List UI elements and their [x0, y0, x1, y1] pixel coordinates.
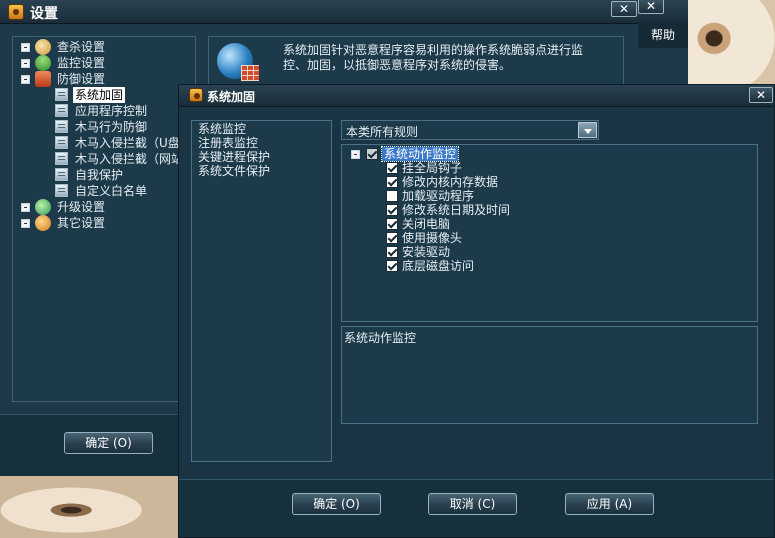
- tree-item-label: 木马行为防御: [75, 120, 148, 134]
- settings-titlebar[interactable]: 设置 ✕: [0, 0, 688, 24]
- tree-item-label: 查杀设置: [57, 40, 106, 54]
- rule-checkbox[interactable]: [386, 190, 398, 202]
- tree-item-label: 自我保护: [75, 168, 124, 182]
- expand-icon[interactable]: [21, 43, 30, 52]
- tree-item-label: 其它设置: [57, 216, 106, 230]
- shield-icon: [35, 71, 51, 87]
- rule-label: 修改内核内存数据: [402, 175, 499, 189]
- expand-icon[interactable]: [21, 59, 30, 68]
- help-button[interactable]: 帮助: [638, 22, 688, 48]
- rule-checkbox[interactable]: [386, 246, 398, 258]
- rule-label: 修改系统日期及时间: [402, 203, 511, 217]
- expand-icon[interactable]: [21, 203, 30, 212]
- tree-item-label: 木马入侵拦截（U盘: [75, 136, 180, 150]
- desktop-photo: [688, 0, 775, 96]
- rule-label: 使用摄像头: [402, 231, 463, 245]
- list-icon: [55, 152, 68, 165]
- tree-item-label: 监控设置: [57, 56, 106, 70]
- dialog-footer: 确定 (O) 取消 (C) 应用 (A): [179, 479, 774, 537]
- rule-label: 安装驱动: [402, 245, 451, 259]
- umbrella-icon: [35, 55, 51, 71]
- rules-tree: 系统动作监控 挂全局钩子 修改内核内存数据 加载驱动程序 修改系统日期及时间 关…: [341, 144, 758, 322]
- rule-checkbox[interactable]: [386, 204, 398, 216]
- rule-filter-select[interactable]: 本类所有规则: [341, 120, 599, 140]
- category-list: 系统监控 注册表监控 关键进程保护 系统文件保护: [191, 120, 332, 462]
- app-logo-icon: [189, 88, 203, 102]
- settings-title: 设置: [30, 6, 58, 22]
- category-system-monitor[interactable]: 系统监控: [198, 122, 246, 136]
- rule-checkbox[interactable]: [386, 218, 398, 230]
- rule-description-text: 系统动作监控: [344, 331, 417, 345]
- app-logo-icon: [8, 4, 24, 20]
- info-panel: 系统加固针对恶意程序容易利用的操作系统脆弱点进行监控、加固，以抵御恶意程序对系统…: [208, 36, 624, 86]
- rule-checkbox[interactable]: [386, 260, 398, 272]
- settings-tree: 查杀设置 监控设置 防御设置 系统加固 应用程序控制 木马行为防御 木马入侵拦截…: [12, 36, 196, 402]
- dialog-close-button[interactable]: ✕: [749, 87, 773, 103]
- globe-firewall-icon: [217, 43, 259, 81]
- list-icon: [55, 104, 68, 117]
- outer-close-button[interactable]: ✕: [638, 0, 664, 14]
- tree-item-label: 防御设置: [57, 72, 106, 86]
- tree-item-label: 自定义白名单: [75, 184, 148, 198]
- settings-ok-button[interactable]: 确定 (O): [64, 432, 153, 454]
- rule-description: 系统动作监控: [341, 326, 758, 424]
- settings-footer: 确定 (O): [0, 414, 178, 476]
- update-icon: [35, 199, 51, 215]
- hardening-dialog: 系统加固 ✕ 系统监控 注册表监控 关键进程保护 系统文件保护 本类所有规则 系…: [178, 84, 775, 538]
- tree-item-label: 系统加固: [73, 87, 126, 103]
- tree-item-label: 应用程序控制: [75, 104, 148, 118]
- settings-icon: [35, 215, 51, 231]
- dialog-ok-button[interactable]: 确定 (O): [292, 493, 381, 515]
- collapse-icon[interactable]: [21, 75, 30, 84]
- dialog-titlebar[interactable]: 系统加固 ✕: [179, 85, 774, 107]
- rule-checkbox[interactable]: [386, 176, 398, 188]
- dialog-cancel-button[interactable]: 取消 (C): [428, 493, 517, 515]
- desktop-photo-bottom: [0, 476, 178, 538]
- rule-checkbox[interactable]: [386, 232, 398, 244]
- rule-label: 挂全局钩子: [402, 161, 463, 175]
- rule-root-checkbox[interactable]: [366, 148, 378, 160]
- list-icon: [55, 136, 68, 149]
- settings-close-button[interactable]: ✕: [611, 1, 637, 17]
- rule-label: 底层磁盘访问: [402, 259, 475, 273]
- list-icon: [55, 120, 68, 133]
- collapse-icon[interactable]: [351, 150, 360, 159]
- category-process-protect[interactable]: 关键进程保护: [198, 150, 270, 164]
- rule-filter-value: 本类所有规则: [346, 125, 419, 139]
- info-text: 系统加固针对恶意程序容易利用的操作系统脆弱点进行监控、加固，以抵御恶意程序对系统…: [283, 43, 584, 72]
- tree-item-label: 升级设置: [57, 200, 106, 214]
- dialog-title: 系统加固: [207, 90, 256, 104]
- category-registry-monitor[interactable]: 注册表监控: [198, 136, 258, 150]
- scan-icon: [35, 39, 51, 55]
- list-icon: [55, 168, 68, 181]
- expand-icon[interactable]: [21, 219, 30, 228]
- rule-label: 加载驱动程序: [402, 189, 475, 203]
- tree-item-label: 木马入侵拦截（网站: [75, 152, 184, 166]
- list-icon: [55, 88, 68, 101]
- chevron-down-icon[interactable]: [578, 122, 597, 138]
- rule-label: 关闭电脑: [402, 217, 451, 231]
- list-icon: [55, 184, 68, 197]
- dialog-apply-button[interactable]: 应用 (A): [565, 493, 654, 515]
- category-file-protect[interactable]: 系统文件保护: [198, 164, 270, 178]
- rule-checkbox[interactable]: [386, 162, 398, 174]
- rule-root-label: 系统动作监控: [380, 146, 460, 162]
